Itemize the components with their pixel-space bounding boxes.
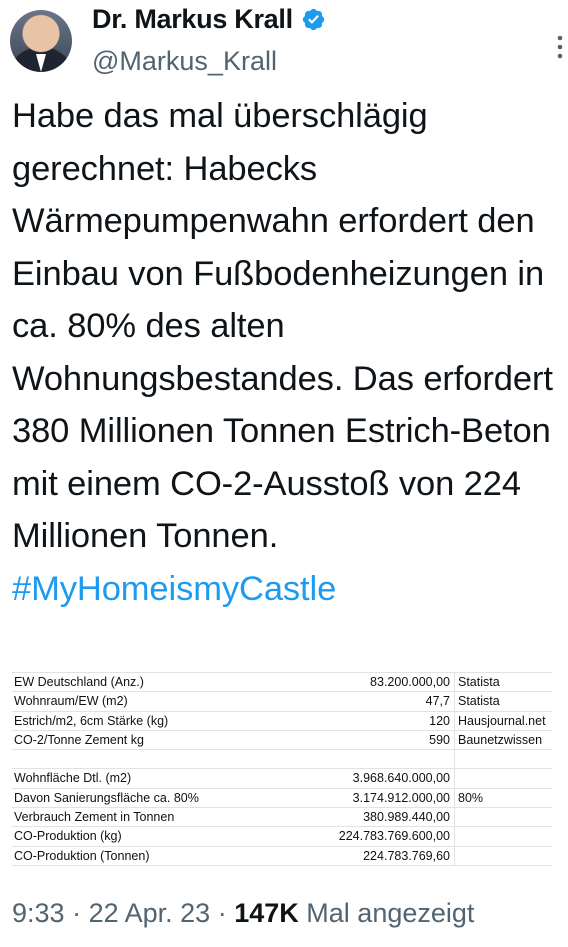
row-value: 380.989.440,00	[250, 808, 455, 827]
row-source: Statista	[458, 694, 500, 709]
tweet-body: Habe das mal überschlägig gerechnet: Hab…	[12, 97, 553, 555]
row-source: Statista	[458, 675, 500, 689]
tweet-time[interactable]: 9:33	[12, 898, 65, 928]
row-value: 3.174.912.000,00	[250, 788, 455, 808]
tweet-date[interactable]: 22 Apr. 23	[89, 898, 211, 928]
table-row	[12, 750, 552, 770]
row-label: CO-Produktion (Tonnen)	[14, 848, 150, 863]
table-row: Wohnfläche Dtl. (m2) 3.968.640.000,00	[12, 769, 552, 789]
row-label: CO-Produktion (kg)	[14, 829, 122, 844]
row-label: Davon Sanierungsfläche ca. 80%	[14, 790, 199, 805]
row-source	[455, 750, 552, 768]
row-source: 80%	[458, 790, 484, 805]
row-label	[12, 750, 250, 768]
verified-badge-icon	[302, 8, 324, 31]
row-value: 590	[250, 730, 455, 750]
row-value: 120	[250, 711, 455, 730]
table-row: CO-Produktion (Tonnen) 224.783.769,60	[12, 846, 552, 866]
row-value	[250, 750, 455, 769]
table-row: EW Deutschland (Anz.) 83.200.000,00 Stat…	[12, 673, 552, 693]
more-options-icon[interactable]	[552, 34, 568, 60]
table-row: Wohnraum/EW (m2) 47,7 Statista	[12, 692, 552, 712]
row-label: Verbrauch Zement in Tonnen	[14, 810, 175, 825]
row-value: 3.968.640.000,00	[250, 769, 455, 788]
row-label: Wohnraum/EW (m2)	[14, 694, 128, 709]
row-source: Baunetzwissen	[458, 732, 543, 747]
row-value: 224.783.769,60	[250, 846, 455, 865]
row-label: EW Deutschland (Anz.)	[14, 675, 144, 689]
meta-separator: ·	[217, 898, 227, 928]
row-source	[455, 847, 552, 865]
row-label: CO-2/Tonne Zement kg	[14, 732, 144, 747]
row-value: 224.783.769.600,00	[250, 827, 455, 846]
row-source	[455, 808, 552, 826]
row-label: Wohnfläche Dtl. (m2)	[14, 771, 132, 786]
tweet-text: Habe das mal überschlägig gerechnet: Hab…	[12, 90, 568, 615]
avatar[interactable]	[10, 10, 72, 72]
row-label: Estrich/m2, 6cm Stärke (kg)	[14, 713, 169, 728]
meta-separator: ·	[72, 898, 82, 928]
author-name-row: Dr. Markus Krall	[92, 4, 326, 35]
row-source	[455, 827, 552, 845]
hashtag-link[interactable]: #MyHomeismyCastle	[12, 570, 336, 608]
table-row: Verbrauch Zement in Tonnen 380.989.440,0…	[12, 808, 552, 828]
table-row: CO-2/Tonne Zement kg 590 Baunetzwissen	[12, 730, 552, 751]
views-count[interactable]: 147K	[234, 898, 299, 928]
row-value: 47,7	[250, 692, 455, 711]
table-row: Estrich/m2, 6cm Stärke (kg) 120 Hausjour…	[12, 711, 552, 731]
views-label: Mal angezeigt	[306, 898, 475, 928]
spreadsheet-image[interactable]: EW Deutschland (Anz.) 83.200.000,00 Stat…	[12, 672, 552, 866]
row-source: Hausjournal.net	[458, 713, 546, 728]
table-row: Davon Sanierungsfläche ca. 80% 3.174.912…	[12, 788, 552, 809]
author-handle[interactable]: @Markus_Krall	[92, 46, 277, 77]
row-source	[455, 769, 552, 787]
row-value: 83.200.000,00	[250, 673, 455, 692]
author-display-name[interactable]: Dr. Markus Krall	[92, 4, 293, 35]
tweet-meta: 9:33 · 22 Apr. 23 · 147K Mal angezeigt	[12, 898, 474, 929]
table-row: CO-Produktion (kg) 224.783.769.600,00	[12, 827, 552, 847]
tweet-header: Dr. Markus Krall @Markus_Krall	[0, 0, 568, 90]
